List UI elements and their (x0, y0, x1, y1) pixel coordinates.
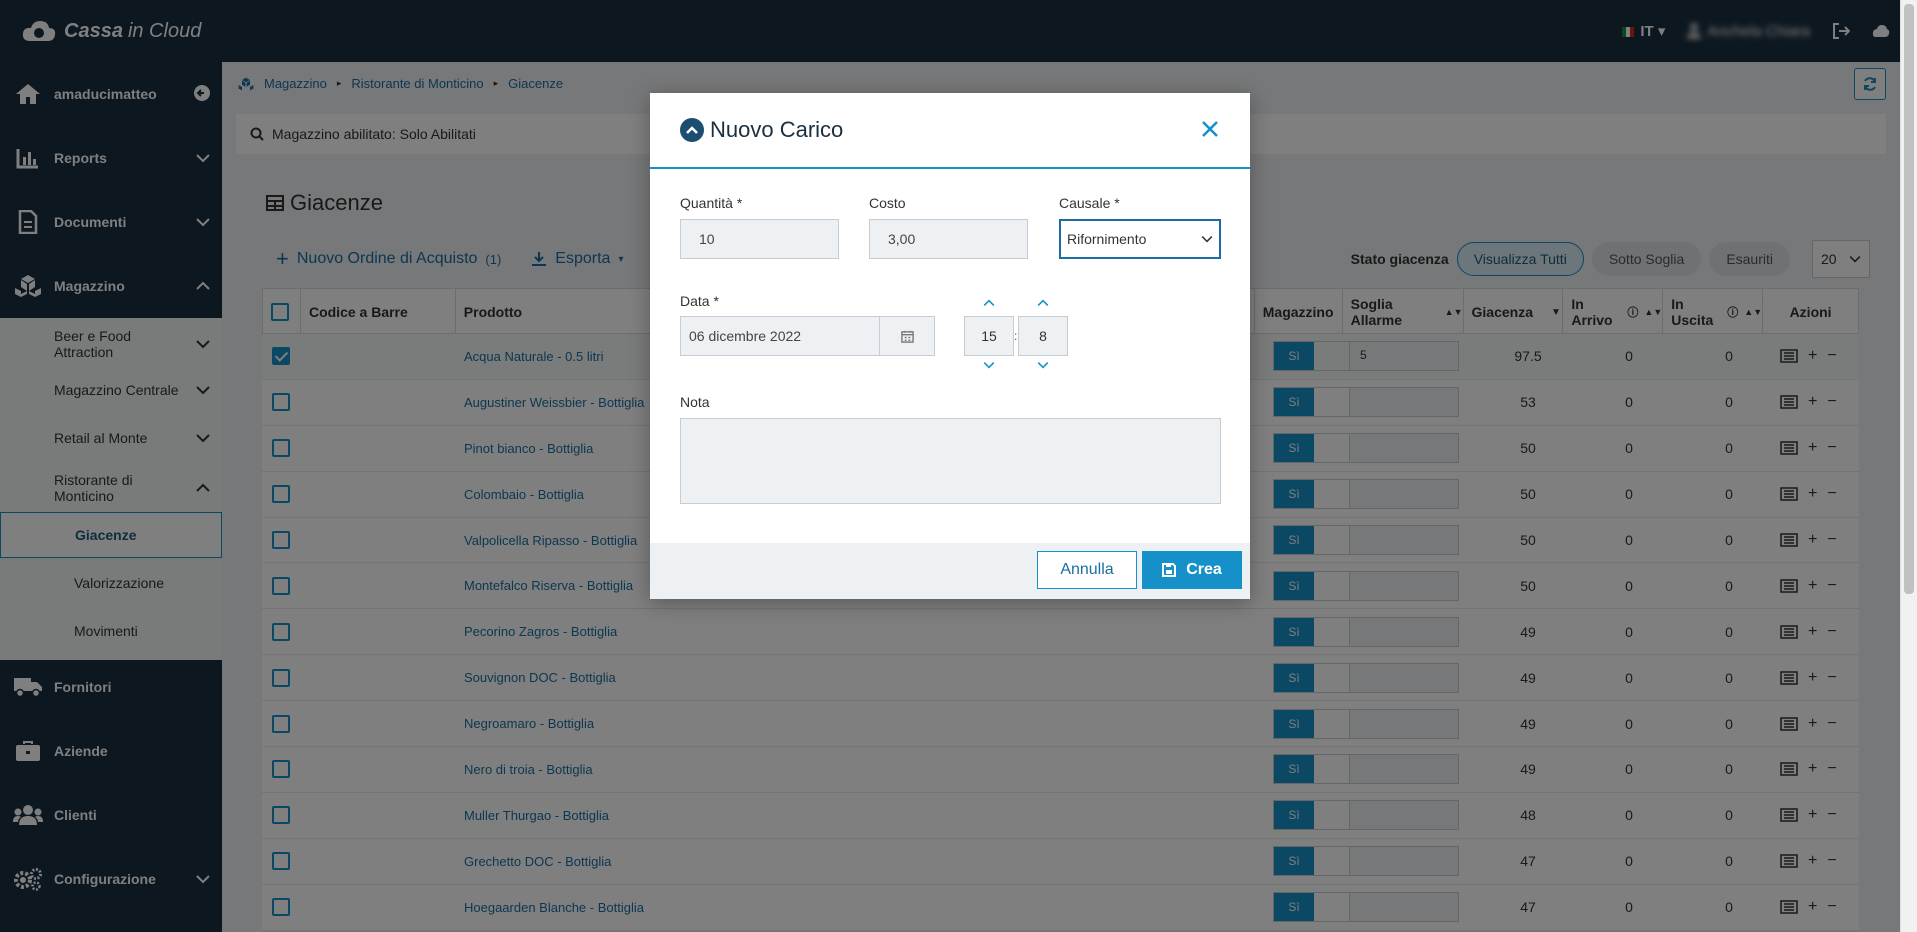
close-icon (1202, 121, 1218, 137)
minute-up-button[interactable] (1033, 296, 1053, 310)
chevron-up-icon (1037, 299, 1049, 306)
calendar-button[interactable] (879, 316, 935, 356)
minute-down-button[interactable] (1033, 358, 1053, 372)
quantita-value: 10 (699, 231, 715, 247)
modal-footer: Annulla Crea (650, 543, 1250, 599)
nota-label: Nota (680, 394, 710, 410)
save-icon (1162, 563, 1177, 577)
create-label: Crea (1186, 561, 1222, 578)
chevron-down-icon (983, 362, 995, 369)
close-button[interactable] (1198, 117, 1222, 141)
modal-title: Nuovo Carico (710, 117, 844, 142)
data-label: Data * (680, 293, 719, 309)
minute-value: 8 (1039, 328, 1047, 344)
data-input[interactable]: 06 dicembre 2022 (680, 316, 880, 356)
costo-value: 3,00 (888, 231, 916, 247)
hour-input[interactable]: 15 (964, 316, 1014, 356)
nuovo-carico-modal: Nuovo Carico Quantità * 10 Costo 3,00 Ca… (650, 93, 1250, 599)
create-button[interactable]: Crea (1142, 551, 1242, 589)
nota-textarea[interactable] (680, 418, 1221, 504)
time-separator: : (1014, 329, 1018, 343)
costo-label: Costo (869, 195, 906, 211)
chevron-up-circle-icon (680, 118, 704, 142)
hour-value: 15 (981, 328, 997, 344)
causale-select[interactable]: Rifornimento (1059, 219, 1221, 259)
causale-label: Causale * (1059, 195, 1120, 211)
calendar-icon (900, 330, 914, 343)
quantita-input[interactable]: 10 (680, 219, 839, 259)
chevron-up-icon (983, 299, 995, 306)
costo-input[interactable]: 3,00 (869, 219, 1028, 259)
chevron-down-icon (1201, 236, 1213, 243)
cancel-button[interactable]: Annulla (1037, 551, 1137, 589)
chevron-down-icon (1037, 362, 1049, 369)
causale-value: Rifornimento (1067, 231, 1147, 247)
vertical-scrollbar[interactable] (1900, 0, 1917, 932)
quantita-label: Quantità * (680, 195, 743, 211)
hour-down-button[interactable] (979, 358, 999, 372)
data-value: 06 dicembre 2022 (689, 328, 802, 344)
minute-input[interactable]: 8 (1018, 316, 1068, 356)
hour-up-button[interactable] (979, 296, 999, 310)
cancel-label: Annulla (1060, 561, 1114, 578)
scrollbar-thumb[interactable] (1904, 4, 1914, 594)
modal-header: Nuovo Carico (650, 93, 1250, 169)
